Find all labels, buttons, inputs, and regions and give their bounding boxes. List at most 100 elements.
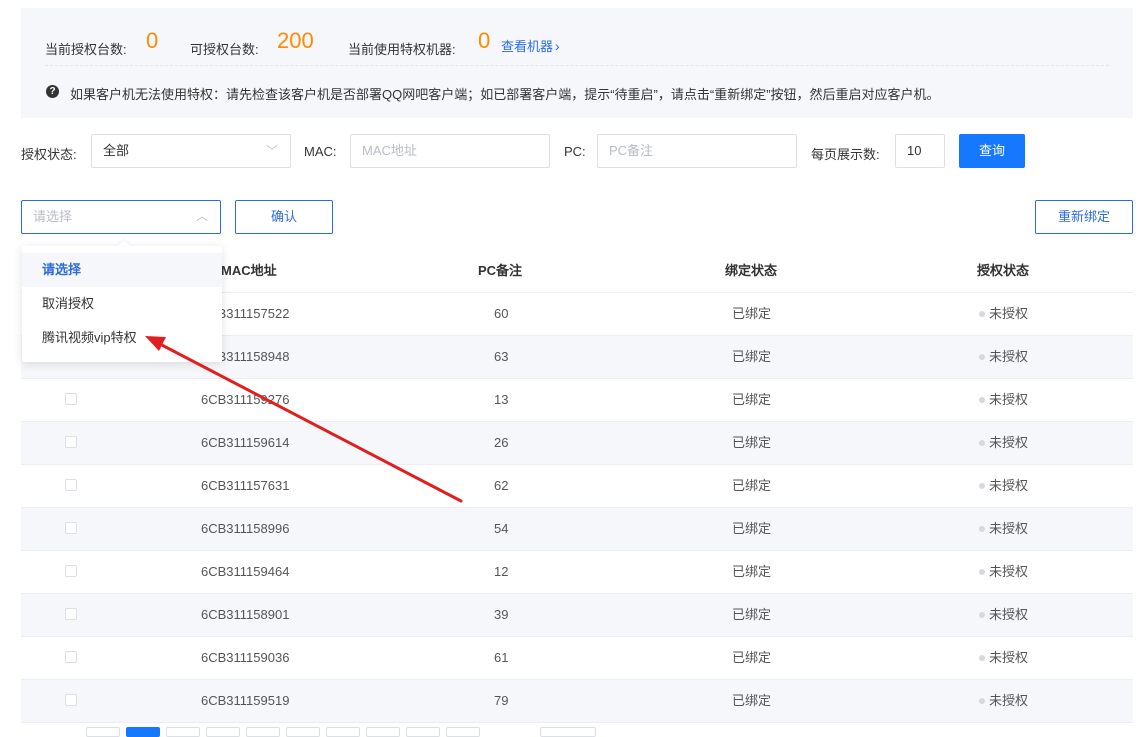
dropdown-pointer <box>118 240 130 246</box>
cell-mac: 6CB311157631 <box>201 478 290 493</box>
row-checkbox[interactable] <box>65 608 77 620</box>
cell-auth-status: 未授权 <box>979 465 1028 507</box>
row-checkbox[interactable] <box>65 393 77 405</box>
auth-status-text: 未授权 <box>989 392 1029 407</box>
pager-page[interactable] <box>366 727 400 737</box>
cell-bind-status: 已绑定 <box>732 478 772 493</box>
table-row: 6CB311158901 39 已绑定 未授权 <box>21 594 1133 637</box>
cell-bind-status: 已绑定 <box>732 693 772 708</box>
dropdown-option-placeholder[interactable]: 请选择 <box>22 253 222 287</box>
page-size-label: 每页展示数: <box>811 147 880 162</box>
rebind-button[interactable]: 重新绑定 <box>1035 200 1133 234</box>
auth-status-text: 未授权 <box>989 607 1029 622</box>
authorized-count-label: 当前授权台数: <box>45 42 127 57</box>
mac-label: MAC: <box>304 144 337 159</box>
header-pc[interactable]: PC备注 <box>478 250 522 292</box>
header-bind-status[interactable]: 绑定状态 <box>725 250 777 292</box>
pc-input[interactable]: PC备注 <box>597 134 797 168</box>
row-checkbox[interactable] <box>65 651 77 663</box>
pager-page[interactable] <box>166 727 200 737</box>
dropdown-option-cancel-auth[interactable]: 取消授权 <box>22 287 222 321</box>
status-dot-icon <box>979 482 985 489</box>
pager-page[interactable] <box>246 727 280 737</box>
pager-prev[interactable] <box>86 727 120 737</box>
cell-auth-status: 未授权 <box>979 637 1028 679</box>
chevron-up-icon: ︿ <box>195 209 208 223</box>
confirm-button[interactable]: 确认 <box>235 200 333 234</box>
cell-pc-note: 26 <box>494 435 509 450</box>
auth-status-text: 未授权 <box>989 521 1029 536</box>
status-dot-icon <box>979 439 985 446</box>
page-size-input[interactable]: 10 <box>895 134 945 168</box>
pc-placeholder: PC备注 <box>609 143 654 158</box>
chevron-right-icon: › <box>555 38 560 54</box>
row-checkbox[interactable] <box>65 522 77 534</box>
auth-status-value: 全部 <box>103 143 130 158</box>
cell-pc-note: 79 <box>494 693 509 708</box>
cell-pc-note: 63 <box>494 349 509 364</box>
cell-auth-status: 未授权 <box>979 594 1028 636</box>
pager-page[interactable] <box>326 727 360 737</box>
authorized-count-value: 0 <box>146 28 159 53</box>
chevron-down-icon: ﹀ <box>265 144 278 158</box>
page-size-value: 10 <box>907 143 922 158</box>
cell-bind-status: 已绑定 <box>732 306 772 321</box>
row-checkbox[interactable] <box>65 479 77 491</box>
cell-mac: 6CB311159276 <box>201 392 290 407</box>
batch-action-dropdown: 请选择 取消授权 腾讯视频vip特权 <box>22 240 222 362</box>
pager-jump-input[interactable] <box>540 727 596 737</box>
pager-page[interactable] <box>206 727 240 737</box>
header-auth-status[interactable]: 授权状态 <box>977 250 1029 292</box>
pager-page-current[interactable] <box>126 727 160 737</box>
status-dot-icon <box>979 611 985 618</box>
row-checkbox[interactable] <box>65 436 77 448</box>
cell-auth-status: 未授权 <box>979 680 1028 722</box>
status-dot-icon <box>979 525 985 532</box>
pc-label: PC: <box>564 144 586 159</box>
cell-bind-status: 已绑定 <box>732 521 772 536</box>
status-dot-icon <box>979 396 985 403</box>
row-checkbox[interactable] <box>65 565 77 577</box>
cell-bind-status: 已绑定 <box>732 650 772 665</box>
row-checkbox[interactable] <box>65 694 77 706</box>
cell-bind-status: 已绑定 <box>732 349 772 364</box>
cell-auth-status: 未授权 <box>979 508 1028 550</box>
cell-pc-note: 13 <box>494 392 509 407</box>
cell-mac: 6CB311159464 <box>201 564 290 579</box>
pager-page[interactable] <box>286 727 320 737</box>
cell-pc-note: 60 <box>494 306 509 321</box>
table-row: 6CB311157631 62 已绑定 未授权 <box>21 465 1133 508</box>
cell-bind-status: 已绑定 <box>732 607 772 622</box>
divider <box>45 65 1109 66</box>
auth-status-select[interactable]: 全部 ﹀ <box>91 134 291 168</box>
auth-status-text: 未授权 <box>989 478 1029 493</box>
mac-input[interactable]: MAC地址 <box>350 134 550 168</box>
notice-text: 如果客户机无法使用特权：请先检查该客户机是否部署QQ网吧客户端；如已部署客户端，… <box>70 87 940 102</box>
cell-pc-note: 62 <box>494 478 509 493</box>
pager-next[interactable] <box>446 727 480 737</box>
auth-status-text: 未授权 <box>989 306 1029 321</box>
dropdown-option-tencent-video-vip[interactable]: 腾讯视频vip特权 <box>22 321 222 355</box>
table-row: 6CB311159614 26 已绑定 未授权 <box>21 422 1133 465</box>
cell-pc-note: 39 <box>494 607 509 622</box>
cell-auth-status: 未授权 <box>979 379 1028 421</box>
header-mac[interactable]: MAC地址 <box>221 250 277 292</box>
query-button[interactable]: 查询 <box>959 134 1025 168</box>
cell-mac: 6CB311159036 <box>201 650 290 665</box>
question-icon: ? <box>46 85 59 98</box>
pager-page[interactable] <box>406 727 440 737</box>
auth-status-text: 未授权 <box>989 650 1029 665</box>
status-dot-icon <box>979 353 985 360</box>
cell-mac: 6CB311158901 <box>201 607 290 622</box>
batch-action-placeholder: 请选择 <box>33 209 73 224</box>
cell-auth-status: 未授权 <box>979 293 1028 335</box>
status-dot-icon <box>979 310 985 317</box>
view-machines-link[interactable]: 查看机器 › <box>501 36 560 55</box>
cell-bind-status: 已绑定 <box>732 564 772 579</box>
table-row: 6CB311159276 13 已绑定 未授权 <box>21 379 1133 422</box>
available-count-value: 200 <box>277 28 314 53</box>
in-use-count-label: 当前使用特权机器: <box>348 42 456 57</box>
cell-mac: 6CB311159519 <box>201 693 290 708</box>
table-row: 6CB311158996 54 已绑定 未授权 <box>21 508 1133 551</box>
batch-action-select[interactable]: 请选择 ︿ <box>21 200 221 234</box>
